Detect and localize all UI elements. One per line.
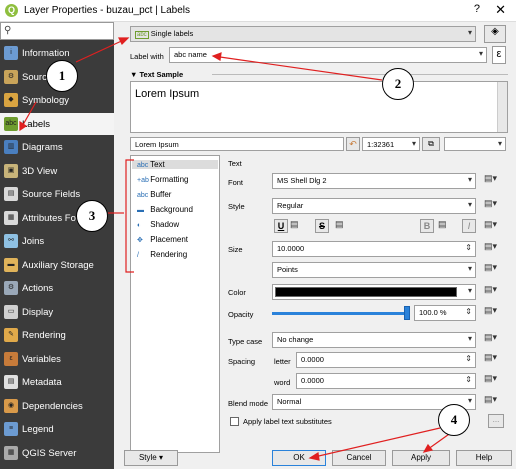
annotation-arrowhead-4-apply [422,443,434,453]
annotation-marker-2: 2 [382,68,414,100]
annotation-marker-3: 3 [76,200,108,232]
annotation-marker-1: 1 [46,60,78,92]
annotation-arrowhead-4-ok [308,452,320,461]
annotation-bracket-3 [125,159,134,273]
annotation-arrow-2 [212,55,383,81]
annotation-arrowhead-1 [118,37,130,46]
annotation-arrow-4-ok [309,427,441,459]
annotation-marker-4: 4 [438,404,470,436]
annotation-overlay [19,37,453,461]
annotation-arrowhead-2 [211,52,222,61]
annotation-arrowhead-1b [19,120,28,132]
